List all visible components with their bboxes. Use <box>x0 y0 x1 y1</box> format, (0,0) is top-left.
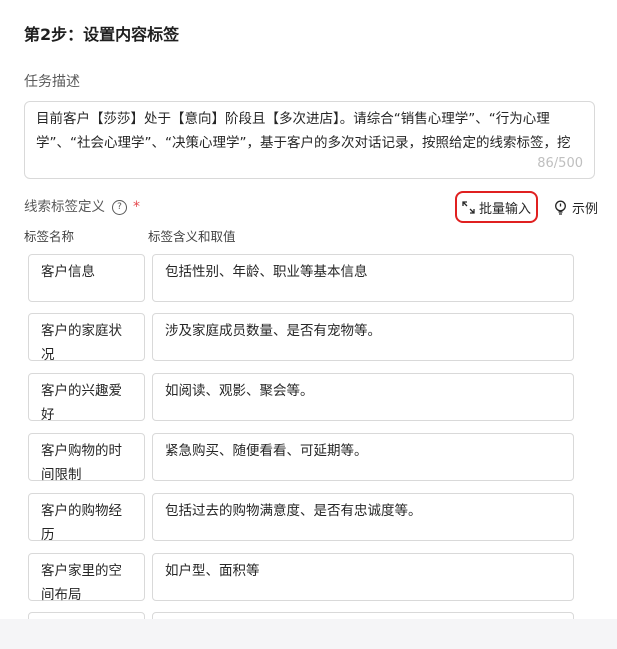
tag-meaning-input[interactable]: 涉及家庭成员数量、是否有宠物等。 <box>152 313 574 361</box>
tag-meaning-input[interactable]: 如阅读、观影、聚会等。 <box>152 373 574 421</box>
column-header-meaning: 标签含义和取值 <box>148 229 236 244</box>
task-description-label: 任务描述 <box>24 74 80 90</box>
task-description-textarea[interactable]: 目前客户【莎莎】处于【意向】阶段且【多次进店】。请综合“销售心理学”、“行为心理… <box>24 101 595 179</box>
bottom-background <box>0 619 617 649</box>
example-button[interactable]: 示例 <box>554 197 598 217</box>
batch-input-button[interactable]: 批量输入 <box>455 191 538 223</box>
step-title: 第2步：设置内容标签 <box>24 25 180 44</box>
tag-row: 客户信息 包括性别、年龄、职业等基本信息 <box>28 254 574 302</box>
task-description-text[interactable]: 目前客户【莎莎】处于【意向】阶段且【多次进店】。请综合“销售心理学”、“行为心理… <box>36 107 583 155</box>
expand-icon <box>462 200 475 214</box>
tag-row: 客户的家庭状况 涉及家庭成员数量、是否有宠物等。 <box>28 313 574 363</box>
tag-meaning-input[interactable]: 如户型、面积等 <box>152 553 574 601</box>
required-mark: * <box>133 199 140 215</box>
tag-name-input[interactable]: 客户家里的空间布局 <box>28 553 145 603</box>
tag-row: 客户购物的时间限制 紧急购买、随便看看、可延期等。 <box>28 433 574 483</box>
tag-name-input[interactable]: 客户的购物经历 <box>28 493 145 543</box>
tag-row: 客户的购物经历 包括过去的购物满意度、是否有忠诚度等。 <box>28 493 574 543</box>
batch-input-label: 批量输入 <box>478 201 531 217</box>
tag-meaning-input[interactable]: 紧急购买、随便看看、可延期等。 <box>152 433 574 481</box>
tag-name-input[interactable]: 客户的家庭状况 <box>28 313 145 363</box>
tag-meaning-input[interactable]: 包括性别、年龄、职业等基本信息 <box>152 254 574 302</box>
question-circle-icon[interactable]: ? <box>112 199 127 215</box>
tag-meaning-input[interactable]: 包括过去的购物满意度、是否有忠诚度等。 <box>152 493 574 541</box>
example-label: 示例 <box>572 201 599 217</box>
lightbulb-icon <box>555 200 566 215</box>
column-header-name: 标签名称 <box>24 229 75 244</box>
tag-row: 客户家里的空间布局 如户型、面积等 <box>28 553 574 603</box>
tag-row: 客户的兴趣爱好 如阅读、观影、聚会等。 <box>28 373 574 423</box>
tag-name-input[interactable]: 客户的兴趣爱好 <box>28 373 145 423</box>
tag-settings-panel: 第2步：设置内容标签 任务描述 目前客户【莎莎】处于【意向】阶段且【多次进店】。… <box>0 0 617 649</box>
tag-definition-label-row: 线索标签定义 ? * <box>24 197 140 217</box>
task-description-char-count: 86/500 <box>537 156 583 171</box>
tag-definition-label: 线索标签定义 <box>24 199 105 215</box>
tag-name-input[interactable]: 客户信息 <box>28 254 145 302</box>
tag-name-input[interactable]: 客户购物的时间限制 <box>28 433 145 483</box>
